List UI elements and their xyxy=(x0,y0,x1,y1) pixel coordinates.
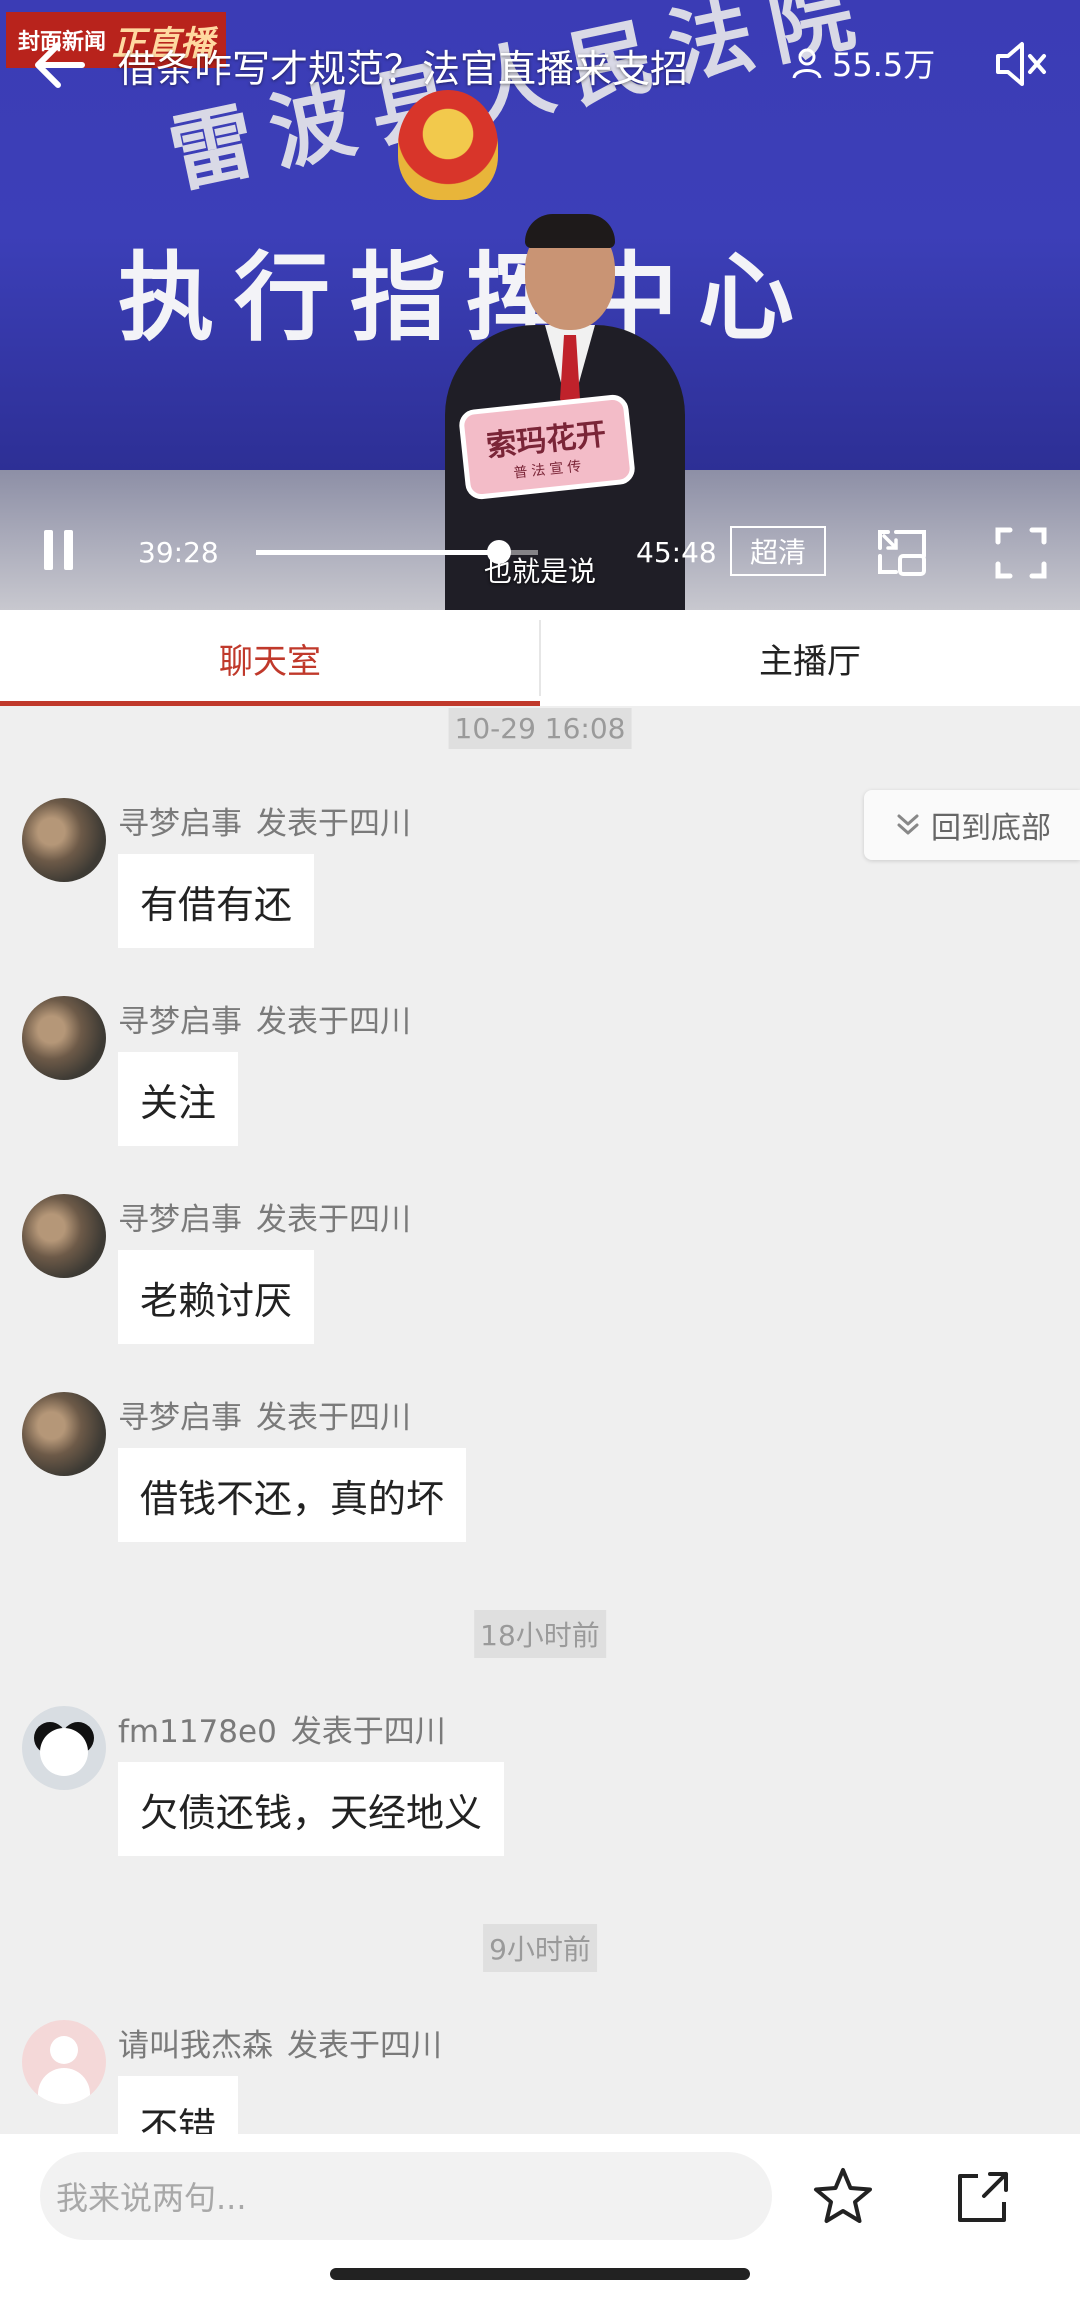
viewer-count: 55.5万 xyxy=(790,40,935,86)
pause-icon xyxy=(44,530,53,570)
chat-list[interactable]: 10-29 16:08 寻梦启事 发表于四川 有借有还 寻梦启事 发表于四川 关注 … xyxy=(0,706,1080,2134)
message-meta: 寻梦启事 发表于四川 xyxy=(118,1392,411,1437)
tab-chatroom[interactable]: 聊天室 xyxy=(0,610,540,706)
presenter-sign: 索玛花开 普法宣传 xyxy=(457,393,637,501)
sign-text: 索玛花开 xyxy=(484,416,608,465)
avatar[interactable] xyxy=(22,1706,106,1790)
person-icon xyxy=(792,48,822,79)
double-chevron-down-icon xyxy=(897,814,919,835)
back-to-bottom-label: 回到底部 xyxy=(931,811,1051,846)
comment-input[interactable]: 我来说两句... xyxy=(40,2152,772,2240)
message-meta: 寻梦启事 发表于四川 xyxy=(118,798,411,843)
chat-timestamp: 18小时前 xyxy=(474,1610,606,1658)
avatar[interactable] xyxy=(22,1392,106,1476)
message-location: 发表于四川 xyxy=(290,1714,446,1750)
fullscreen-button[interactable] xyxy=(994,526,1048,580)
playback-controls: 39:28 45:48 超清 xyxy=(0,520,1080,580)
message-meta: 寻梦启事 发表于四川 xyxy=(118,1194,411,1239)
pip-button[interactable] xyxy=(874,526,930,578)
back-button[interactable] xyxy=(26,30,96,100)
fullscreen-icon xyxy=(995,527,1047,579)
duration: 45:48 xyxy=(636,536,717,569)
message-meta: 请叫我杰森 发表于四川 xyxy=(118,2020,442,2065)
share-button[interactable] xyxy=(950,2164,1016,2230)
username[interactable]: 寻梦启事 xyxy=(118,1004,242,1040)
pip-icon xyxy=(878,530,926,576)
username[interactable]: 寻梦启事 xyxy=(118,1400,242,1436)
home-indicator[interactable] xyxy=(330,2268,750,2280)
star-icon xyxy=(814,2168,872,2223)
message-meta: 寻梦启事 发表于四川 xyxy=(118,996,411,1041)
message-meta: fm1178e0 发表于四川 xyxy=(118,1706,446,1751)
message-location: 发表于四川 xyxy=(256,1400,411,1436)
tab-divider xyxy=(539,620,541,696)
message-location: 发表于四川 xyxy=(256,1202,411,1238)
message-bubble: 关注 xyxy=(118,1052,239,1146)
message-location: 发表于四川 xyxy=(256,806,411,842)
mute-button[interactable] xyxy=(990,34,1050,94)
message-bubble: 不错 xyxy=(118,2076,239,2134)
username[interactable]: 寻梦启事 xyxy=(118,806,242,842)
share-icon xyxy=(958,2172,1008,2222)
comment-bar: 我来说两句... xyxy=(0,2134,1080,2302)
message-bubble: 欠债还钱，天经地义 xyxy=(118,1762,505,1856)
chat-timestamp: 9小时前 xyxy=(483,1924,597,1972)
avatar[interactable] xyxy=(22,798,106,882)
video-player[interactable]: 雷波县人民法院 执行指挥中心 索玛花开 普法宣传 封面新闻 正直播 借条咋写才规… xyxy=(0,0,1080,610)
quality-button[interactable]: 超清 xyxy=(730,526,826,576)
video-title: 借条咋写才规范？法官直播来支招 xyxy=(118,47,689,91)
tab-host-hall[interactable]: 主播厅 xyxy=(540,610,1080,706)
chat-timestamp: 10-29 16:08 xyxy=(448,708,632,749)
username[interactable]: 请叫我杰森 xyxy=(118,2028,273,2064)
current-time: 39:28 xyxy=(138,536,219,569)
message-location: 发表于四川 xyxy=(287,2028,442,2064)
avatar[interactable] xyxy=(22,2020,106,2104)
avatar[interactable] xyxy=(22,1194,106,1278)
message-bubble: 老赖讨厌 xyxy=(118,1250,315,1344)
progress-fill xyxy=(256,550,500,555)
username[interactable]: 寻梦启事 xyxy=(118,1202,242,1238)
back-arrow-icon xyxy=(35,42,85,88)
message-bubble: 有借有还 xyxy=(118,854,315,948)
progress-bar[interactable] xyxy=(256,540,538,564)
message-location: 发表于四川 xyxy=(256,1004,411,1040)
back-to-bottom-button[interactable]: 回到底部 xyxy=(864,790,1080,860)
viewer-count-value: 55.5万 xyxy=(832,46,936,84)
avatar[interactable] xyxy=(22,996,106,1080)
mute-icon xyxy=(996,42,1046,86)
favorite-button[interactable] xyxy=(810,2164,876,2230)
pause-button[interactable] xyxy=(40,530,80,574)
message-bubble: 借钱不还，真的坏 xyxy=(118,1448,467,1542)
progress-handle[interactable] xyxy=(487,540,512,564)
video-top-bar: 借条咋写才规范？法官直播来支招 55.5万 xyxy=(0,20,1080,110)
username[interactable]: fm1178e0 xyxy=(118,1714,277,1750)
